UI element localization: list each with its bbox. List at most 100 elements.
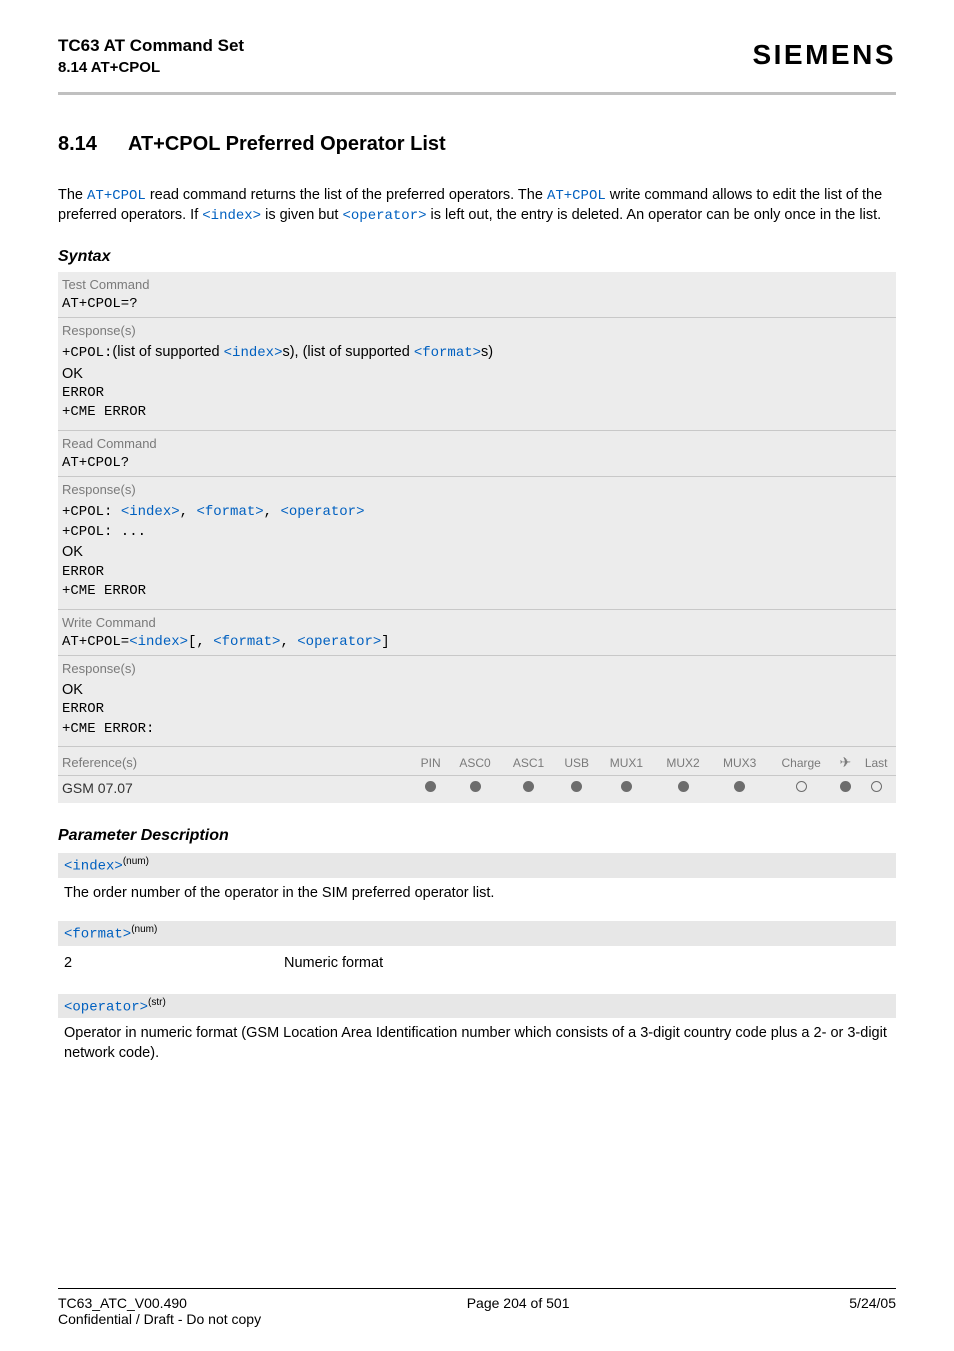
write-response: OK ERROR +CME ERROR: <box>58 678 896 743</box>
format-key: 2 <box>64 954 284 974</box>
reference-value: GSM 07.07 <box>58 776 413 801</box>
label-responses: Response(s) <box>58 321 896 340</box>
write-command-block: Write Command AT+CPOL=<index>[, <format>… <box>58 610 896 656</box>
page-header: TC63 AT Command Set 8.14 AT+CPOL SIEMENS <box>58 35 896 88</box>
param-operator-desc: Operator in numeric format (GSM Location… <box>58 1022 896 1073</box>
brand-logo: SIEMENS <box>752 39 896 71</box>
read-command: AT+CPOL? <box>58 453 896 473</box>
header-left: TC63 AT Command Set 8.14 AT+CPOL <box>58 35 244 78</box>
col-charge: Charge <box>768 750 834 776</box>
token-format[interactable]: <format> <box>213 634 280 650</box>
dot-filled-icon <box>678 781 689 792</box>
col-usb: USB <box>555 750 598 776</box>
reference-table: Reference(s) PIN ASC0 ASC1 USB MUX1 MUX2… <box>58 750 896 800</box>
section-title: AT+CPOL Preferred Operator List <box>128 133 446 155</box>
page-footer: TC63_ATC_V00.490 Page 204 of 501 5/24/05… <box>58 1281 896 1327</box>
dot-mux3 <box>711 776 768 801</box>
reference-value-row: GSM 07.07 <box>58 776 896 801</box>
dot-filled-icon <box>571 781 582 792</box>
dot-mux2 <box>655 776 712 801</box>
col-airplane-icon: ✈ <box>834 750 856 776</box>
token-operator[interactable]: <operator> <box>343 208 427 224</box>
label-write-command: Write Command <box>58 613 896 632</box>
read-response: +CPOL: <index>, <format>, <operator> +CP… <box>58 499 896 606</box>
token-index[interactable]: <index> <box>121 504 180 520</box>
token-index[interactable]: <index> <box>202 208 261 224</box>
dot-filled-icon <box>840 781 851 792</box>
footer-right: 5/24/05 <box>849 1295 896 1311</box>
footer-divider <box>58 1288 896 1289</box>
dot-charge <box>768 776 834 801</box>
token-index[interactable]: <index> <box>224 345 283 361</box>
dot-filled-icon <box>470 781 481 792</box>
link-atcpol[interactable]: AT+CPOL <box>547 188 606 204</box>
section-number: 8.14 <box>58 133 128 156</box>
token-operator[interactable]: <operator> <box>280 504 364 520</box>
section-heading: 8.14AT+CPOL Preferred Operator List <box>58 133 896 156</box>
param-format-header: <format>(num) <box>58 921 896 946</box>
reference-header-row: Reference(s) PIN ASC0 ASC1 USB MUX1 MUX2… <box>58 750 896 776</box>
col-mux2: MUX2 <box>655 750 712 776</box>
dot-open-icon <box>796 781 807 792</box>
reference-block: Reference(s) PIN ASC0 ASC1 USB MUX1 MUX2… <box>58 747 896 803</box>
col-asc0: ASC0 <box>448 750 501 776</box>
doc-subtitle: 8.14 AT+CPOL <box>58 58 244 78</box>
token-format[interactable]: <format> <box>196 504 263 520</box>
footer-confidential: Confidential / Draft - Do not copy <box>58 1311 896 1327</box>
token-operator[interactable]: <operator> <box>297 634 381 650</box>
dot-filled-icon <box>734 781 745 792</box>
dot-filled-icon <box>425 781 436 792</box>
page: TC63 AT Command Set 8.14 AT+CPOL SIEMENS… <box>0 0 954 1351</box>
token-index[interactable]: <index> <box>129 634 188 650</box>
col-pin: PIN <box>413 750 448 776</box>
token-operator[interactable]: <operator> <box>64 999 148 1015</box>
test-command: AT+CPOL=? <box>58 294 896 314</box>
dot-filled-icon <box>621 781 632 792</box>
intro-paragraph: The AT+CPOL read command returns the lis… <box>58 186 896 226</box>
label-read-command: Read Command <box>58 434 896 453</box>
dot-pin <box>413 776 448 801</box>
param-index-desc: The order number of the operator in the … <box>58 882 896 914</box>
test-command-block: Test Command AT+CPOL=? <box>58 272 896 318</box>
dot-asc1 <box>502 776 555 801</box>
dot-airplane <box>834 776 856 801</box>
footer-center: Page 204 of 501 <box>467 1295 570 1311</box>
read-command-block: Read Command AT+CPOL? <box>58 431 896 477</box>
col-mux1: MUX1 <box>598 750 655 776</box>
param-operator-header: <operator>(str) <box>58 994 896 1019</box>
syntax-box: Test Command AT+CPOL=? Response(s) +CPOL… <box>58 272 896 803</box>
token-format[interactable]: <format> <box>414 345 481 361</box>
write-command: AT+CPOL=<index>[, <format>, <operator>] <box>58 632 896 652</box>
label-responses: Response(s) <box>58 480 896 499</box>
token-index[interactable]: <index> <box>64 859 123 875</box>
label-responses: Response(s) <box>58 659 896 678</box>
type-str: (str) <box>148 997 166 1008</box>
syntax-heading: Syntax <box>58 248 896 266</box>
dot-usb <box>555 776 598 801</box>
footer-left: TC63_ATC_V00.490 <box>58 1295 187 1311</box>
reference-label: Reference(s) <box>58 750 413 776</box>
dot-mux1 <box>598 776 655 801</box>
type-num: (num) <box>131 924 157 935</box>
col-last: Last <box>856 750 896 776</box>
doc-title: TC63 AT Command Set <box>58 35 244 58</box>
label-test-command: Test Command <box>58 275 896 294</box>
test-response-block: Response(s) +CPOL:(list of supported <in… <box>58 318 896 431</box>
read-response-block: Response(s) +CPOL: <index>, <format>, <o… <box>58 477 896 610</box>
test-response: +CPOL:(list of supported <index>s), (lis… <box>58 340 896 427</box>
parameter-description-heading: Parameter Description <box>58 827 896 845</box>
param-index-header: <index>(num) <box>58 853 896 878</box>
dot-filled-icon <box>523 781 534 792</box>
dot-last <box>856 776 896 801</box>
col-asc1: ASC1 <box>502 750 555 776</box>
format-val: Numeric format <box>284 954 383 974</box>
dot-open-icon <box>871 781 882 792</box>
token-format[interactable]: <format> <box>64 927 131 943</box>
col-mux3: MUX3 <box>711 750 768 776</box>
link-atcpol[interactable]: AT+CPOL <box>87 188 146 204</box>
write-response-block: Response(s) OK ERROR +CME ERROR: <box>58 656 896 747</box>
dot-asc0 <box>448 776 501 801</box>
type-num: (num) <box>123 856 149 867</box>
param-format-row: 2 Numeric format <box>58 950 896 986</box>
header-divider <box>58 92 896 95</box>
